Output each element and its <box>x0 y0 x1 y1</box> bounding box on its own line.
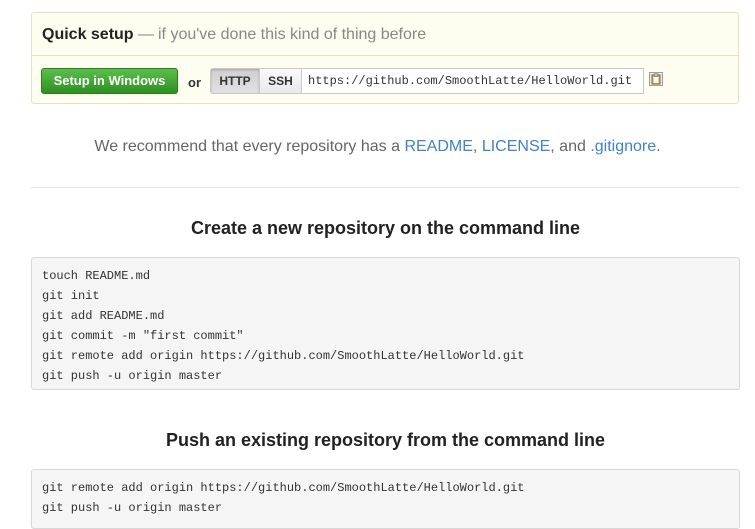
clone-url-input[interactable]: https://github.com/SmoothLatte/HelloWorl… <box>302 68 644 94</box>
code-line: git init <box>42 289 100 303</box>
quick-setup-subtitle: — if you've done this kind of thing befor… <box>138 26 426 44</box>
period: . <box>656 138 661 155</box>
comma: , <box>472 138 478 155</box>
recommend-text: We recommend that every repository has a… <box>0 138 755 156</box>
subtitle-text: if you've done this kind of thing before <box>158 26 427 43</box>
code-block-new-repo[interactable]: touch README.md git init git add README.… <box>31 257 740 390</box>
setup-in-windows-button[interactable]: Setup in Windows <box>41 68 178 94</box>
clipboard-icon[interactable] <box>649 72 663 86</box>
http-button[interactable]: HTTP <box>210 68 260 94</box>
subtitle-dash: — <box>138 26 154 43</box>
divider <box>31 187 739 188</box>
code-line: git remote add origin https://github.com… <box>42 481 525 495</box>
code-line: git add README.md <box>42 309 165 323</box>
code-line: git commit -m "first commit" <box>42 329 244 343</box>
code-line: git remote add origin https://github.com… <box>42 349 525 363</box>
code-line: git push -u origin master <box>42 501 223 515</box>
and-text: , and <box>550 138 586 155</box>
code-line: git push -u origin master <box>42 369 223 383</box>
code-line: touch README.md <box>42 269 151 283</box>
section-heading-push-existing: Push an existing repository from the com… <box>165 430 606 450</box>
quick-setup-title: Quick setup <box>42 26 134 43</box>
recommend-prefix: We recommend that every repository has a <box>94 138 400 155</box>
or-label: or <box>188 75 201 90</box>
section-heading-new-repo: Create a new repository on the command l… <box>190 218 581 238</box>
readme-link[interactable]: README <box>404 138 472 155</box>
gitignore-link[interactable]: .gitignore <box>590 138 656 155</box>
quick-setup-header: Quick setup — if you've done this kind of… <box>32 13 738 56</box>
ssh-button[interactable]: SSH <box>260 68 302 94</box>
license-link[interactable]: LICENSE <box>482 138 550 155</box>
protocol-selector: HTTP SSH <box>210 68 302 94</box>
code-block-push-existing[interactable]: git remote add origin https://github.com… <box>31 469 740 529</box>
